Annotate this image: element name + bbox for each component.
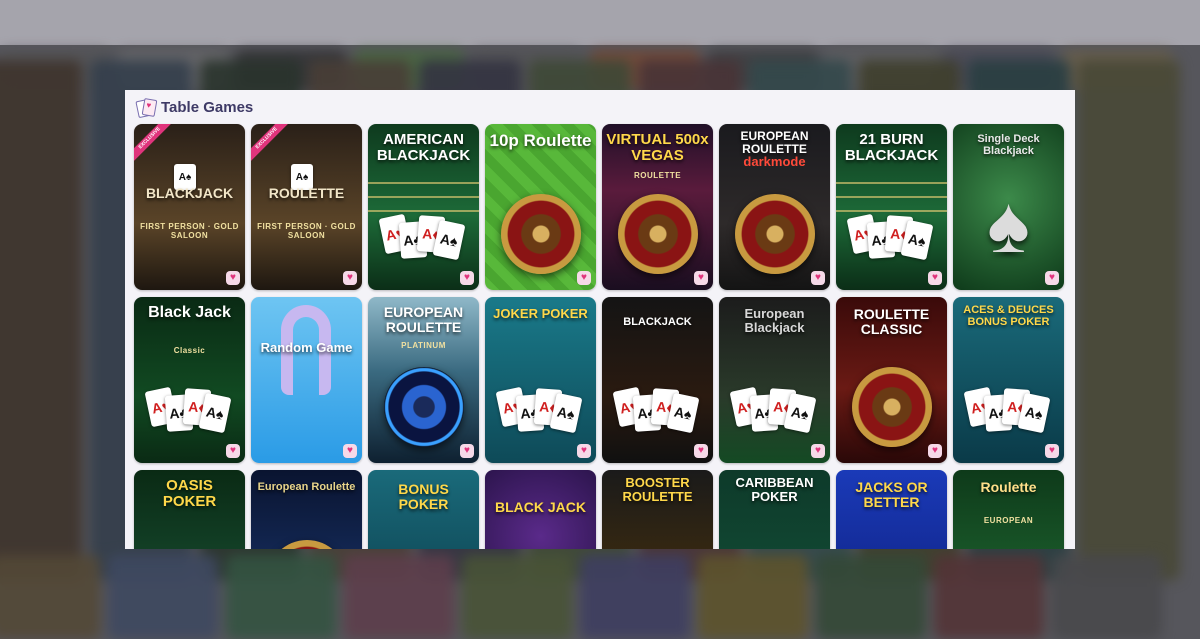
game-artwork: A♥A♣A♦A♠ [485,297,596,463]
game-tile[interactable]: A♥ A♣ A♦ A♠ ACES & DEUCES BONUS POKER ♥ [953,297,1064,463]
favorite-heart-icon[interactable]: ♥ [577,444,591,458]
favorite-heart-icon[interactable]: ♥ [811,271,825,285]
game-artwork: A♠ [134,124,245,290]
game-tile[interactable]: A♥A♣A♦A♠JACKS OR BETTER [836,470,947,549]
game-tile[interactable]: A♥A♣A♦A♠BONUS POKER [368,470,479,549]
game-title: VIRTUAL 500x VEGAS [606,131,709,164]
game-title: AMERICAN BLACKJACK [376,131,471,164]
favorite-heart-icon[interactable]: ♥ [1045,271,1059,285]
game-tile[interactable]: A♥ A♣ A♦ A♠ 21 BURN BLACKJACK ♥ [836,124,947,290]
game-tile[interactable]: A♠ EXCLUSIVE ROULETTE FIRST PERSON · GOLD S… [251,124,362,290]
favorite-heart-icon[interactable]: ♥ [460,444,474,458]
game-tile[interactable]: A♥ A♣ A♦ A♠ Black Jack Classic ♥ [134,297,245,463]
game-subtitle: PLATINUM [401,341,446,351]
game-subtitle: Classic [173,345,206,355]
game-title: EUROPEAN ROULETTE [740,129,809,156]
game-tile[interactable]: A♥ A♣ A♦ A♠ BLACKJACK ♥ [602,297,713,463]
favorite-heart-icon[interactable]: ♥ [811,444,825,458]
game-title: CARIBBEAN POKER [735,475,814,504]
game-title: BLACK JACK [495,499,586,515]
game-tile[interactable]: European Roulette [251,470,362,549]
game-title: ROULETTE CLASSIC [853,306,930,337]
game-title: BLACKJACK [623,316,692,328]
game-tile[interactable]: ♠ Single Deck Blackjack ♥ [953,124,1064,290]
game-tile[interactable]: A♥ A♣ A♦ A♠ European Blackjack ♥ [719,297,830,463]
game-tile[interactable]: EUROPEAN ROULETTE PLATINUM ♥ [368,297,479,463]
game-title: JACKS OR BETTER [855,479,928,510]
game-tile[interactable]: VIRTUAL 500x VEGAS ROULETTE ♥ [602,124,713,290]
game-title: Black Jack [148,304,231,321]
game-tile[interactable]: Random Game ♥ [251,297,362,463]
favorite-heart-icon[interactable]: ♥ [694,444,708,458]
game-title: JOKER POKER [493,306,588,321]
favorite-heart-icon[interactable]: ♥ [460,271,474,285]
game-tile[interactable]: A♥ A♣ A♦ A♠ AMERICAN BLACKJACK ♥ [368,124,479,290]
game-title: Single Deck Blackjack [977,133,1040,157]
game-tile[interactable]: A♥ A♣ A♦ A♠ JOKER POKER ♥ [485,297,596,463]
game-title: Roulette [980,479,1037,495]
game-title: BLACKJACK [145,185,234,201]
favorite-heart-icon[interactable]: ♥ [928,271,942,285]
game-title: BOOSTER ROULETTE [622,475,693,504]
game-tile[interactable]: A♥A♣A♦A♠CARIBBEAN POKER [719,470,830,549]
game-title: 10p Roulette [489,131,592,150]
game-subtitle: EUROPEAN [983,516,1034,526]
favorite-heart-icon[interactable]: ♥ [226,444,240,458]
game-artwork [251,297,362,463]
favorite-heart-icon[interactable]: ♥ [343,444,357,458]
game-artwork: A♠ [251,124,362,290]
game-subtitle: ROULETTE [633,170,682,180]
panel-header: Table Games [135,96,254,119]
game-tile[interactable]: 10p Roulette ♥ [485,124,596,290]
game-tile[interactable]: BOOSTER ROULETTE [602,470,713,549]
game-tile[interactable]: ROULETTE CLASSIC ♥ [836,297,947,463]
favorite-heart-icon[interactable]: ♥ [226,271,240,285]
favorite-heart-icon[interactable]: ♥ [577,271,591,285]
game-subtitle: FIRST PERSON · GOLD SALOON [140,222,239,241]
game-subtitle: FIRST PERSON · GOLD SALOON [257,222,356,241]
game-subtitle: darkmode [743,154,806,169]
game-title: ACES & DEUCES BONUS POKER [963,304,1054,328]
panel-title: Table Games [161,98,254,116]
favorite-heart-icon[interactable]: ♥ [694,271,708,285]
game-tile[interactable]: EUROPEAN ROULETTE darkmode ♥ [719,124,830,290]
playing-cards-icon [135,97,158,119]
game-artwork: A♥A♣A♦A♠ [134,297,245,463]
game-tile[interactable]: A♥A♣A♦A♠OASIS POKER [134,470,245,549]
game-title: BONUS POKER [398,481,449,512]
favorite-heart-icon[interactable]: ♥ [928,444,942,458]
game-title: Random Game [260,340,353,355]
game-tile[interactable]: Roulette EUROPEAN [953,470,1064,549]
favorite-heart-icon[interactable]: ♥ [1045,444,1059,458]
game-title: ROULETTE [268,185,345,201]
table-games-panel: Table Games A♠EXCLUSIVEBLACKJACKFIRST PE… [125,90,1075,549]
game-title: OASIS POKER [162,477,217,510]
game-title: European Roulette [257,481,356,493]
game-tile[interactable]: A♠ EXCLUSIVE BLACKJACK FIRST PERSON · GOLD … [134,124,245,290]
game-title: European Blackjack [744,306,805,335]
favorite-heart-icon[interactable]: ♥ [343,271,357,285]
game-title: EUROPEAN ROULETTE [383,304,464,335]
game-tile[interactable]: A♥A♣A♦A♠BLACK JACK [485,470,596,549]
game-title: 21 BURN BLACKJACK [844,131,939,164]
